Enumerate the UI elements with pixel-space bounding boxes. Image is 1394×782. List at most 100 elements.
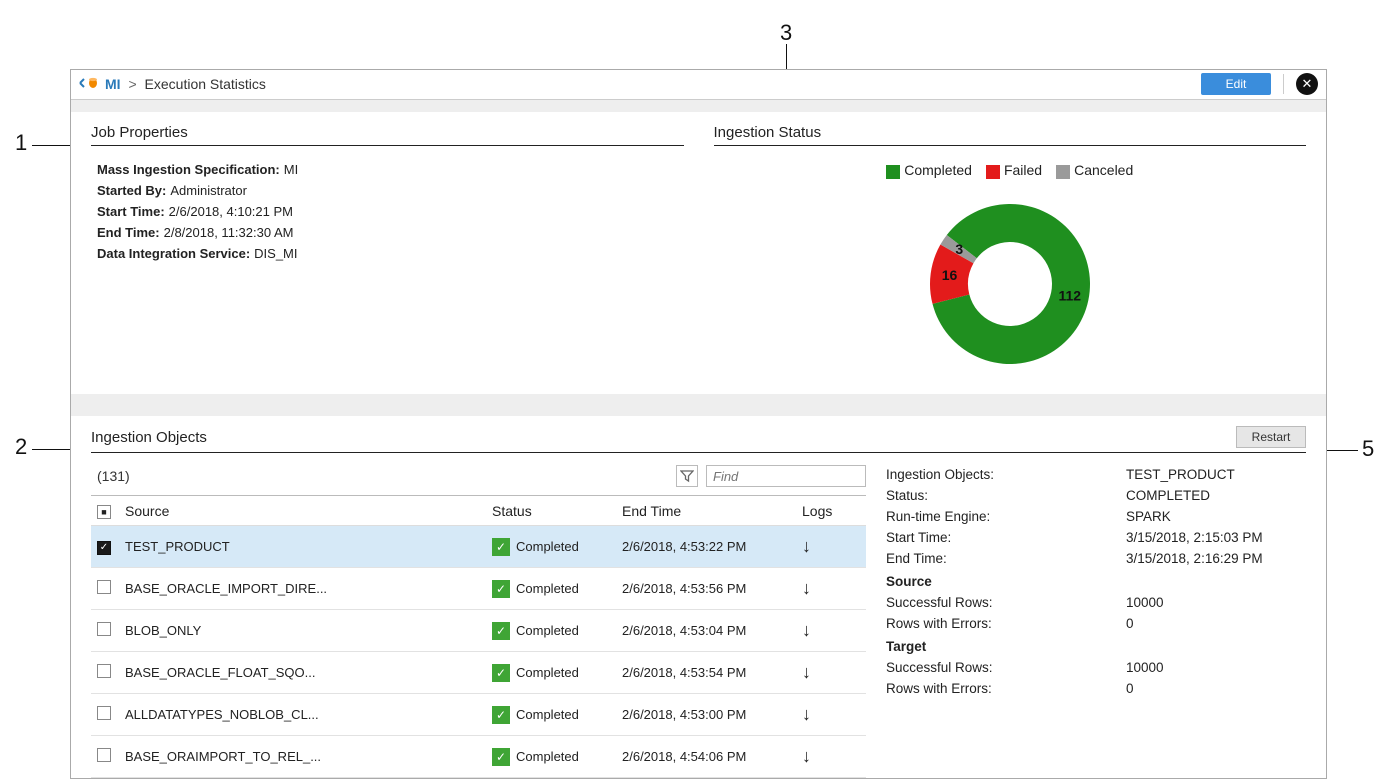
download-log-icon[interactable]: ↓ (802, 578, 811, 598)
row-status: Completed (516, 623, 579, 638)
download-log-icon[interactable]: ↓ (802, 704, 811, 724)
legend-failed: Failed (1004, 162, 1042, 178)
row-status: Completed (516, 749, 579, 764)
spec-value: MI (284, 162, 298, 177)
row-status: Completed (516, 581, 579, 596)
donut-label-failed: 16 (941, 267, 957, 283)
legend-completed: Completed (904, 162, 972, 178)
row-source: BASE_ORAIMPORT_TO_REL_... (119, 736, 486, 778)
download-log-icon[interactable]: ↓ (802, 536, 811, 556)
d-src-succ-value: 10000 (1126, 595, 1306, 610)
ingestion-status-title: Ingestion Status (714, 124, 1307, 146)
row-checkbox[interactable]: ✓ (97, 541, 111, 555)
table-row[interactable]: BASE_ORACLE_FLOAT_SQO... ✓ Completed 2/6/20… (91, 652, 866, 694)
col-source[interactable]: Source (119, 496, 486, 526)
d-src-err-label: Rows with Errors: (886, 616, 1126, 631)
d-tgt-succ-label: Successful Rows: (886, 660, 1126, 675)
d-src-err-value: 0 (1126, 616, 1306, 631)
breadcrumb-separator: > (128, 76, 136, 92)
object-detail-panel: Ingestion Objects: TEST_PRODUCT Status: … (886, 463, 1306, 778)
callout-5: 5 (1362, 436, 1374, 462)
col-status[interactable]: Status (486, 496, 616, 526)
download-log-icon[interactable]: ↓ (802, 662, 811, 682)
row-source: TEST_PRODUCT (119, 526, 486, 568)
col-logs[interactable]: Logs (796, 496, 866, 526)
row-checkbox[interactable] (97, 748, 111, 762)
callout-1: 1 (15, 130, 27, 156)
startedby-label: Started By: (97, 183, 166, 198)
d-tgt-err-label: Rows with Errors: (886, 681, 1126, 696)
d-end-label: End Time: (886, 551, 1126, 566)
startedby-value: Administrator (170, 183, 247, 198)
row-status: Completed (516, 707, 579, 722)
row-endtime: 2/6/2018, 4:53:54 PM (616, 652, 796, 694)
download-log-icon[interactable]: ↓ (802, 620, 811, 640)
check-icon: ✓ (492, 706, 510, 724)
select-all-checkbox[interactable] (97, 505, 111, 519)
row-checkbox[interactable] (97, 664, 111, 678)
find-input[interactable] (706, 465, 866, 487)
edit-button[interactable]: Edit (1201, 73, 1271, 95)
check-icon: ✓ (492, 664, 510, 682)
callout-2: 2 (15, 434, 27, 460)
row-endtime: 2/6/2018, 4:53:00 PM (616, 694, 796, 736)
d-target-heading: Target (886, 639, 1306, 654)
row-endtime: 2/6/2018, 4:53:56 PM (616, 568, 796, 610)
donut-label-completed: 112 (1058, 287, 1081, 303)
row-checkbox[interactable] (97, 706, 111, 720)
check-icon: ✓ (492, 538, 510, 556)
row-endtime: 2/6/2018, 4:53:04 PM (616, 610, 796, 652)
d-obj-value: TEST_PRODUCT (1126, 467, 1306, 482)
check-icon: ✓ (492, 748, 510, 766)
starttime-label: Start Time: (97, 204, 165, 219)
check-icon: ✓ (492, 580, 510, 598)
d-status-label: Status: (886, 488, 1126, 503)
job-properties-title: Job Properties (91, 124, 684, 146)
d-tgt-succ-value: 10000 (1126, 660, 1306, 675)
donut-chart: 112 16 3 (915, 189, 1105, 379)
row-status: Completed (516, 665, 579, 680)
job-properties-panel: Job Properties Mass Ingestion Specificat… (91, 124, 684, 394)
ingestion-objects-table: Source Status End Time Logs ✓ TEST_PRODUC… (91, 495, 866, 778)
row-endtime: 2/6/2018, 4:54:06 PM (616, 736, 796, 778)
ingestion-status-panel: Ingestion Status Completed Failed Cancel… (714, 124, 1307, 394)
callout-3: 3 (780, 20, 792, 46)
d-src-succ-label: Successful Rows: (886, 595, 1126, 610)
download-log-icon[interactable]: ↓ (802, 746, 811, 766)
chart-legend: Completed Failed Canceled (714, 162, 1307, 178)
breadcrumb-page: Execution Statistics (145, 76, 266, 92)
donut-label-canceled: 3 (955, 241, 963, 257)
breadcrumb: MI > Execution Statistics (105, 76, 266, 92)
breadcrumb-link[interactable]: MI (105, 76, 121, 92)
dis-value: DIS_MI (254, 246, 297, 261)
table-row[interactable]: ALLDATATYPES_NOBLOB_CL... ✓ Completed 2/6/2… (91, 694, 866, 736)
app-window: MI > Execution Statistics Edit ✕ Job Pro… (70, 69, 1327, 779)
legend-swatch-canceled (1056, 165, 1070, 179)
spec-label: Mass Ingestion Specification: (97, 162, 280, 177)
app-icon (79, 76, 99, 93)
d-end-value: 3/15/2018, 2:16:29 PM (1126, 551, 1306, 566)
table-row[interactable]: BASE_ORACLE_IMPORT_DIRE... ✓ Completed 2/6/… (91, 568, 866, 610)
row-checkbox[interactable] (97, 622, 111, 636)
table-row[interactable]: ✓TEST_PRODUCT✓Completed2/6/2018, 4:53:22… (91, 526, 866, 568)
filter-icon[interactable] (676, 465, 698, 487)
row-endtime: 2/6/2018, 4:53:22 PM (616, 526, 796, 568)
restart-button[interactable]: Restart (1236, 426, 1306, 448)
starttime-value: 2/6/2018, 4:10:21 PM (169, 204, 293, 219)
legend-swatch-failed (986, 165, 1000, 179)
check-icon: ✓ (492, 622, 510, 640)
endtime-label: End Time: (97, 225, 160, 240)
close-icon[interactable]: ✕ (1296, 73, 1318, 95)
table-row[interactable]: BASE_ORAIMPORT_TO_REL_... ✓ Completed 2/6/2… (91, 736, 866, 778)
table-row[interactable]: BLOB_ONLY✓Completed2/6/2018, 4:53:04 PM↓ (91, 610, 866, 652)
row-source: BASE_ORACLE_FLOAT_SQO... (119, 652, 486, 694)
row-source: ALLDATATYPES_NOBLOB_CL... (119, 694, 486, 736)
legend-canceled: Canceled (1074, 162, 1133, 178)
legend-swatch-completed (886, 165, 900, 179)
row-source: BASE_ORACLE_IMPORT_DIRE... (119, 568, 486, 610)
col-endtime[interactable]: End Time (616, 496, 796, 526)
d-source-heading: Source (886, 574, 1306, 589)
d-engine-value: SPARK (1126, 509, 1306, 524)
row-checkbox[interactable] (97, 580, 111, 594)
d-obj-label: Ingestion Objects: (886, 467, 1126, 482)
